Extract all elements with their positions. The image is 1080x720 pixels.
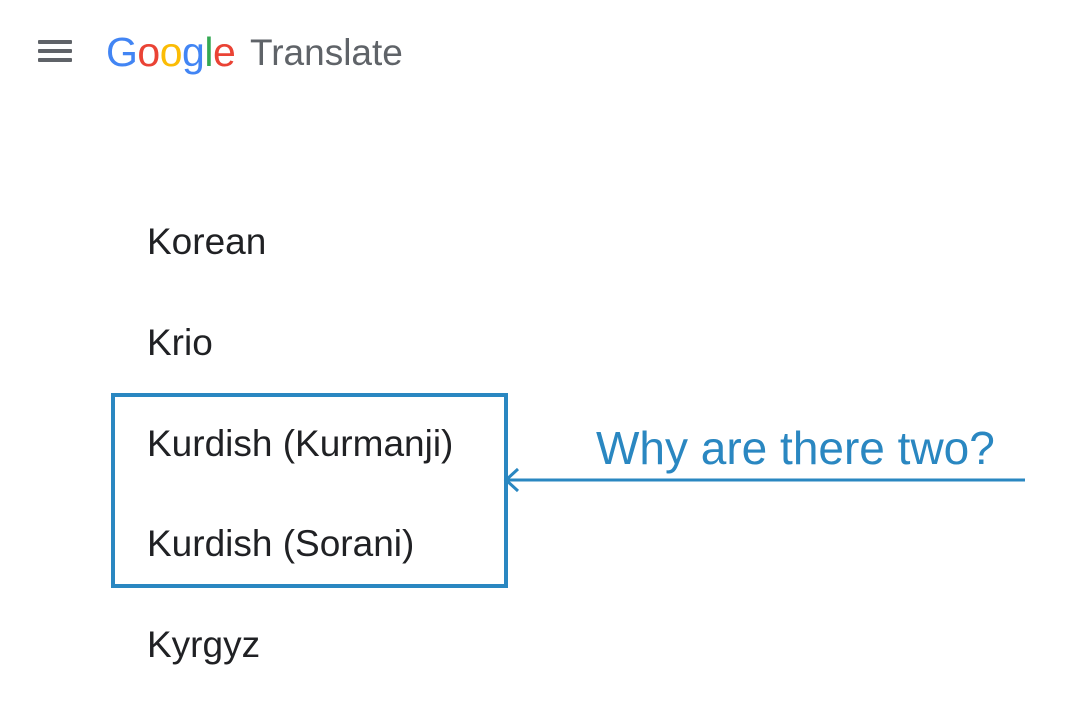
- page: Google Translate Korean Krio Kurdish (Ku…: [0, 0, 1080, 720]
- language-item-korean[interactable]: Korean: [147, 192, 266, 292]
- logo-letter: o: [159, 29, 183, 75]
- logo-letter: G: [106, 29, 138, 75]
- logo-letter: o: [137, 29, 160, 75]
- menu-line: [38, 40, 72, 44]
- hamburger-menu-icon[interactable]: [38, 38, 72, 64]
- menu-line: [38, 49, 72, 53]
- annotation-text: Why are there two?: [596, 422, 995, 474]
- annotation-highlight-box: [111, 393, 508, 588]
- logo-letter: l: [204, 29, 213, 75]
- language-item-krio[interactable]: Krio: [147, 293, 213, 393]
- product-name: Translate: [250, 32, 403, 73]
- menu-line: [38, 58, 72, 62]
- google-logo[interactable]: Google: [106, 26, 236, 78]
- language-item-kyrgyz[interactable]: Kyrgyz: [147, 595, 260, 695]
- logo-letter: g: [182, 29, 205, 75]
- logo-letter: e: [212, 29, 236, 75]
